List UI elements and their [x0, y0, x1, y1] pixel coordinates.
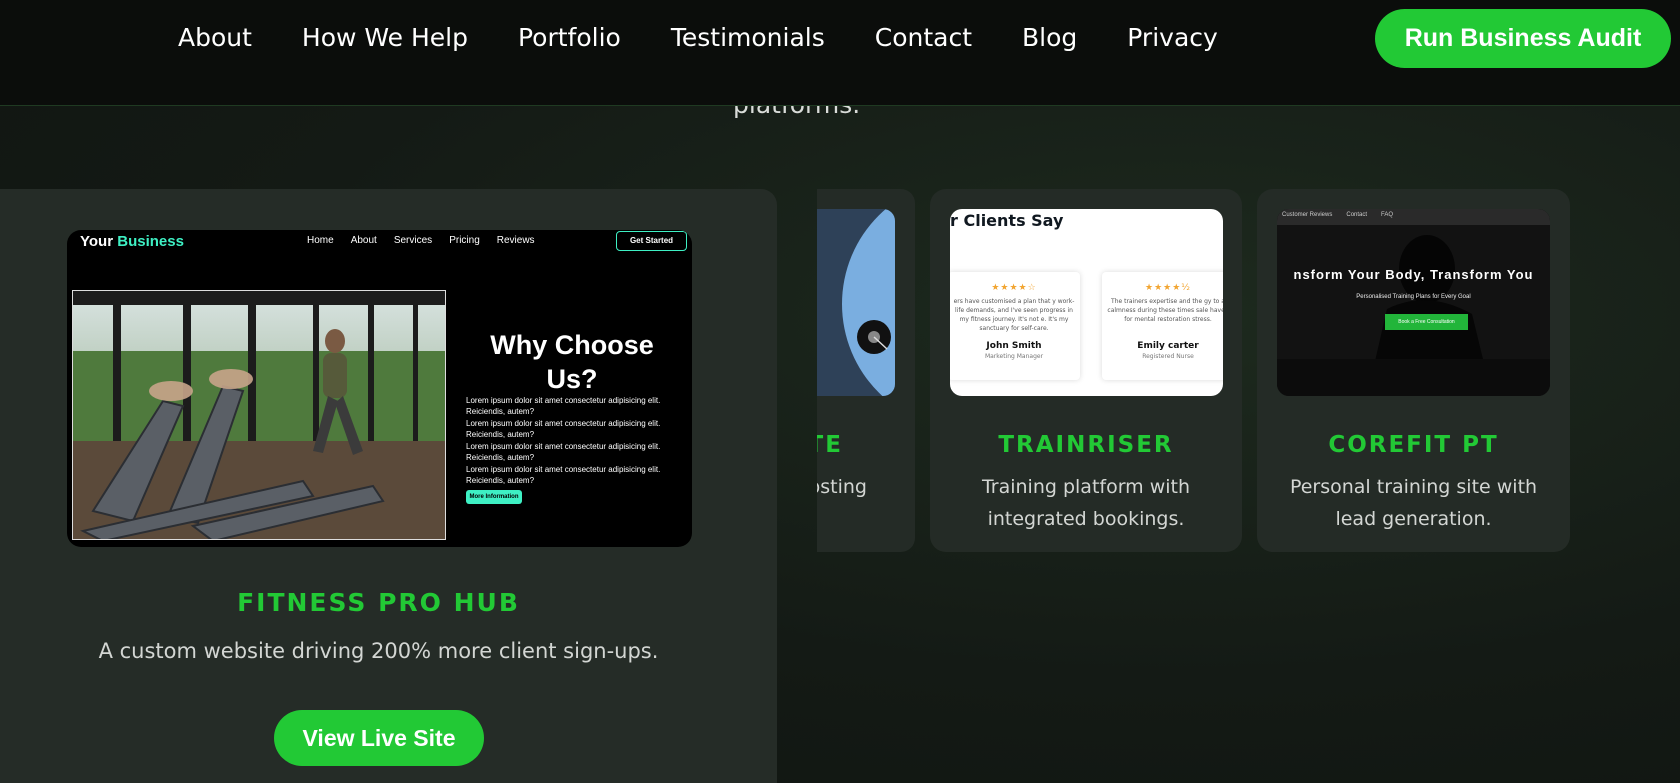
blue-circle-graphic [817, 209, 895, 396]
mockup-heading: r Clients Say [950, 211, 1064, 230]
portfolio-card-partial[interactable]: ITE oosting y. [817, 189, 915, 552]
mockup-nav: Customer Reviews Contact FAQ [1282, 212, 1393, 218]
corefit-screenshot: Customer Reviews Contact FAQ nsform Your… [1277, 209, 1550, 396]
portfolio-card-corefit[interactable]: Customer Reviews Contact FAQ nsform Your… [1257, 189, 1570, 552]
portfolio-card-trainriser[interactable]: r Clients Say ★★★★☆ ers have customised … [930, 189, 1242, 552]
athlete-silhouette [1277, 209, 1550, 396]
card-description: Training platform with integrated bookin… [981, 476, 1191, 530]
nav-links: About How We Help Portfolio Testimonials… [178, 20, 1218, 56]
gym-illustration [73, 291, 445, 539]
mockup-subheading: Personalised Training Plans for Every Go… [1356, 294, 1471, 300]
mockup-line: Lorem ipsum dolor sit amet consectetur a… [466, 465, 661, 485]
review-card: ★★★★½ The trainers expertise and the gy … [1102, 272, 1223, 380]
nav-privacy[interactable]: Privacy [1127, 20, 1218, 56]
card-title: ITE [817, 432, 843, 458]
card-title: TRAINRISER [998, 432, 1174, 458]
mockup-nav-item: FAQ [1381, 212, 1394, 218]
mockup-nav-item: Customer Reviews [1282, 212, 1333, 218]
mockup-heading: nsform Your Body, Transform You [1293, 267, 1534, 282]
nav-blog[interactable]: Blog [1022, 20, 1077, 56]
fitness-site-screenshot: Your Business Home About Services Pricin… [67, 230, 692, 547]
nav-testimonials[interactable]: Testimonials [671, 20, 825, 56]
view-live-site-button[interactable]: View Live Site [274, 710, 484, 766]
mockup-nav: Home About Services Pricing Reviews [307, 235, 535, 246]
mockup-nav-item: About [350, 235, 377, 246]
mockup-nav-item: Pricing [449, 235, 480, 246]
nav-about[interactable]: About [178, 20, 252, 56]
star-rating-icon: ★★★★☆ [991, 283, 1037, 293]
mockup-nav-item: Contact [1346, 212, 1368, 218]
mockup-cta: Get Started [616, 231, 687, 251]
reviewer-role: Registered Nurse [1142, 353, 1194, 360]
card-description: Personal training site with lead generat… [1289, 476, 1538, 530]
mockup-logo: Your Business [80, 233, 184, 250]
mockup-lines: Lorem ipsum dolor sit amet consectetur a… [466, 395, 676, 487]
nav-how-we-help[interactable]: How We Help [302, 20, 468, 56]
review-quote: ers have customised a plan that y work-l… [953, 298, 1075, 332]
mockup-nav-item: Home [307, 235, 334, 246]
gym-treadmill-photo [72, 290, 446, 540]
card-title: COREFIT PT [1328, 432, 1499, 458]
reviewer-role: Marketing Manager [984, 353, 1044, 360]
mockup-heading: Why Choose Us? [490, 330, 654, 394]
mockup-nav-item: Services [393, 235, 433, 246]
mockup-more-button: More Information [466, 490, 522, 504]
reviewer-name: John Smith [986, 341, 1042, 351]
star-rating-icon: ★★★★½ [1145, 283, 1191, 293]
mockup-logo-accent: Business [117, 233, 184, 250]
mockup-line: Lorem ipsum dolor sit amet consectetur a… [466, 396, 661, 416]
testimonials-screenshot: r Clients Say ★★★★☆ ers have customised … [950, 209, 1223, 396]
card-description: oosting y. [817, 471, 867, 535]
mockup-line: Lorem ipsum dolor sit amet consectetur a… [466, 442, 661, 462]
portfolio-card-featured: Your Business Home About Services Pricin… [0, 189, 777, 783]
nav-portfolio[interactable]: Portfolio [518, 20, 621, 56]
mockup-nav-item: Reviews [496, 235, 535, 246]
card-thumbnail [817, 209, 895, 396]
card-description-line: y. [817, 503, 867, 535]
card-description: A custom website driving 200% more clien… [98, 639, 659, 663]
review-quote: The trainers expertise and the gy to a c… [1107, 298, 1223, 323]
run-business-audit-button[interactable]: Run Business Audit [1375, 9, 1671, 68]
reviewer-name: Emily carter [1137, 341, 1199, 351]
nav-contact[interactable]: Contact [875, 20, 972, 56]
mockup-logo-prefix: Your [80, 233, 114, 250]
card-description-line: oosting [817, 476, 867, 498]
mockup-consultation-button: Book a Free Consultation [1385, 314, 1468, 330]
top-nav: About How We Help Portfolio Testimonials… [0, 0, 1680, 106]
card-title: FITNESS PRO HUB [237, 588, 520, 617]
review-card: ★★★★☆ ers have customised a plan that y … [950, 272, 1080, 380]
mockup-line: Lorem ipsum dolor sit amet consectetur a… [466, 419, 661, 439]
